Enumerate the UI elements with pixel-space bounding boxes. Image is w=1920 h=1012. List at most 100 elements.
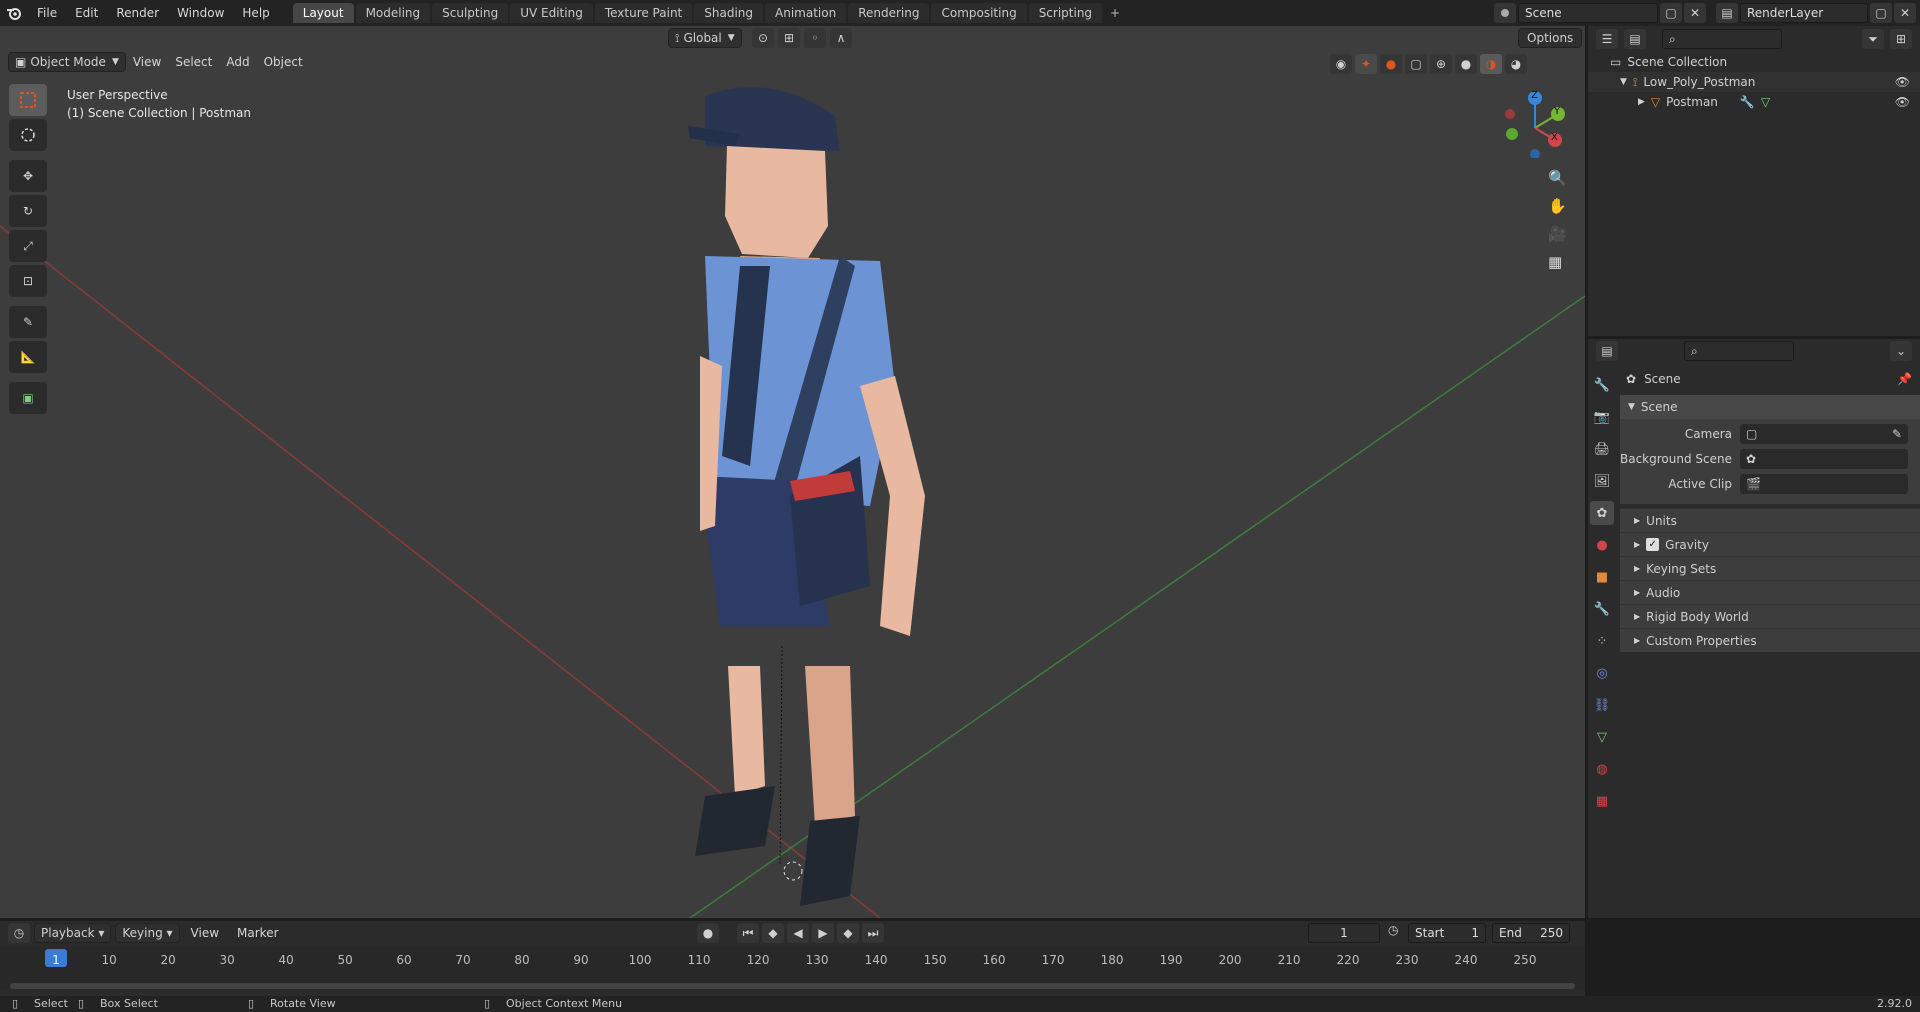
gizmo-toggle-icon[interactable]: ✦ [1355,54,1377,74]
tab-scripting[interactable]: Scripting [1028,3,1103,23]
particles-tab-icon[interactable]: ⁘ [1590,629,1614,653]
rigid-body-world-subpanel[interactable]: ▶ Rigid Body World [1620,604,1920,628]
properties-search-input[interactable]: ⌕ [1684,341,1794,361]
data-tab-icon[interactable]: ▽ [1590,725,1614,749]
transform-tool-icon[interactable]: ⊡ [9,265,47,297]
tab-rendering[interactable]: Rendering [848,3,930,23]
view-layer-field[interactable]: RenderLayer [1740,3,1868,23]
new-collection-icon[interactable]: ⊞ [1890,29,1912,49]
menu-help[interactable]: Help [233,0,278,26]
camera-field[interactable]: ▢ ✎ [1740,423,1908,444]
material-shading-icon[interactable]: ◑ [1480,54,1502,74]
expand-arrow-icon[interactable]: ▼ [1620,77,1627,87]
modifier-tab-icon[interactable]: 🔧 [1590,597,1614,621]
outliner-row-collection[interactable]: ▼ ⟟ Low_Poly_Postman 👁 [1588,72,1920,92]
timeline-scrollbar[interactable] [10,983,1575,989]
delete-scene-icon[interactable]: ✕ [1684,3,1706,23]
view-layer-tab-icon[interactable]: 🖼 [1590,469,1614,493]
options-button[interactable]: Options [1518,28,1583,48]
menu-render[interactable]: Render [107,0,168,26]
properties-editor-type-icon[interactable]: ▤ [1596,341,1618,361]
scale-tool-icon[interactable]: ⤢ [9,230,47,262]
tab-sculpting[interactable]: Sculpting [432,3,509,23]
new-scene-icon[interactable]: ▢ [1660,3,1682,23]
viewport-menu-view[interactable]: View [126,52,168,72]
viewport-menu-object[interactable]: Object [257,52,310,72]
cursor-tool-icon[interactable] [9,119,47,151]
background-scene-field[interactable]: ✿ [1740,448,1908,469]
proportional-edit-icon[interactable]: ◦ [804,28,826,48]
keying-sets-subpanel[interactable]: ▶ Keying Sets [1620,556,1920,580]
world-tab-icon[interactable]: ● [1590,533,1614,557]
expand-arrow-icon[interactable]: ▶ [1638,97,1645,107]
menu-window[interactable]: Window [168,0,233,26]
custom-properties-subpanel[interactable]: ▶ Custom Properties [1620,628,1920,652]
viewport-menu-add[interactable]: Add [219,52,256,72]
visibility-icon[interactable]: ◉ [1330,54,1352,74]
output-tab-icon[interactable]: 🖨 [1590,437,1614,461]
menu-edit[interactable]: Edit [66,0,107,26]
scene-panel-header[interactable]: ▼ Scene [1620,395,1920,419]
outliner-editor-type-icon[interactable]: ☰ [1596,29,1618,49]
ortho-grid-icon[interactable]: ▦ [1548,253,1567,271]
pan-hand-icon[interactable]: ✋ [1548,197,1567,215]
measure-tool-icon[interactable]: 📐 [9,341,47,373]
pin-icon[interactable]: 📌 [1897,372,1912,386]
tool-tab-icon[interactable]: 🔧 [1590,373,1614,397]
orientation-dropdown[interactable]: ⟟ Global ▼ [668,28,742,48]
wireframe-shading-icon[interactable]: ⊕ [1430,54,1452,74]
scene-tab-icon[interactable]: ✿ [1590,501,1614,525]
select-box-tool-icon[interactable] [9,84,47,116]
tab-shading[interactable]: Shading [694,3,763,23]
rotate-tool-icon[interactable]: ↻ [9,195,47,227]
eyedropper-icon[interactable]: ✎ [1892,427,1902,441]
gravity-checkbox[interactable]: ✓ [1646,538,1660,551]
eye-visibility-icon[interactable]: 👁 [1895,95,1910,109]
tab-animation[interactable]: Animation [765,3,847,23]
tab-layout[interactable]: Layout [292,3,354,23]
camera-view-icon[interactable]: 🎥 [1548,225,1567,243]
constraints-tab-icon[interactable]: ⛓ [1590,693,1614,717]
scene-selector-icon[interactable] [1494,3,1516,23]
annotate-tool-icon[interactable]: ✎ [9,306,47,338]
texture-tab-icon[interactable]: ▦ [1590,789,1614,813]
outliner-row-object[interactable]: ▶ ▽ Postman 🔧 ▽ 👁 [1588,92,1920,112]
navigation-gizmo[interactable]: Z Y X [1500,88,1570,159]
overlay-toggle-icon[interactable]: ● [1380,54,1402,74]
tab-modeling[interactable]: Modeling [355,3,431,23]
mode-dropdown[interactable]: ▣ Object Mode ▼ [8,52,126,72]
eye-visibility-icon[interactable]: 👁 [1895,75,1910,89]
filter-icon[interactable]: ⏷ [1862,29,1884,49]
rendered-shading-icon[interactable]: ◕ [1505,54,1527,74]
units-subpanel[interactable]: ▶ Units [1620,508,1920,532]
zoom-icon[interactable]: 🔍 [1548,169,1567,187]
delete-view-layer-icon[interactable]: ✕ [1894,3,1916,23]
render-tab-icon[interactable]: 📷 [1590,405,1614,429]
chevron-down-icon[interactable]: ⌄ [1890,341,1912,361]
audio-subpanel[interactable]: ▶ Audio [1620,580,1920,604]
3d-viewport[interactable]: ▣ Object Mode ▼ View Select Add Object ⟟… [0,26,1585,918]
physics-tab-icon[interactable]: ◎ [1590,661,1614,685]
viewport-menu-select[interactable]: Select [168,52,219,72]
scene-name-field[interactable]: Scene [1518,3,1658,23]
move-tool-icon[interactable]: ✥ [9,160,47,192]
outliner-display-mode-icon[interactable]: ▤ [1624,29,1646,49]
blender-logo-icon[interactable] [0,0,28,26]
outliner-row-scene-collection[interactable]: ▭ Scene Collection [1588,52,1920,72]
falloff-icon[interactable]: ∧ [830,28,852,48]
material-tab-icon[interactable]: ◍ [1590,757,1614,781]
snap-icon[interactable]: ⊞ [778,28,800,48]
object-tab-icon[interactable]: ■ [1590,565,1614,589]
outliner-search-input[interactable]: ⌕ [1662,29,1782,49]
add-cube-tool-icon[interactable]: ▣ [9,382,47,414]
xray-icon[interactable]: ▢ [1405,54,1427,74]
menu-file[interactable]: File [28,0,66,26]
new-view-layer-icon[interactable]: ▢ [1870,3,1892,23]
tab-texture-paint[interactable]: Texture Paint [594,3,693,23]
tab-uv-editing[interactable]: UV Editing [510,3,593,23]
pivot-icon[interactable]: ⊙ [752,28,774,48]
active-clip-field[interactable]: 🎬 [1740,473,1908,494]
solid-shading-icon[interactable]: ● [1455,54,1477,74]
tab-compositing[interactable]: Compositing [931,3,1027,23]
gravity-subpanel[interactable]: ▶ ✓ Gravity [1620,532,1920,556]
